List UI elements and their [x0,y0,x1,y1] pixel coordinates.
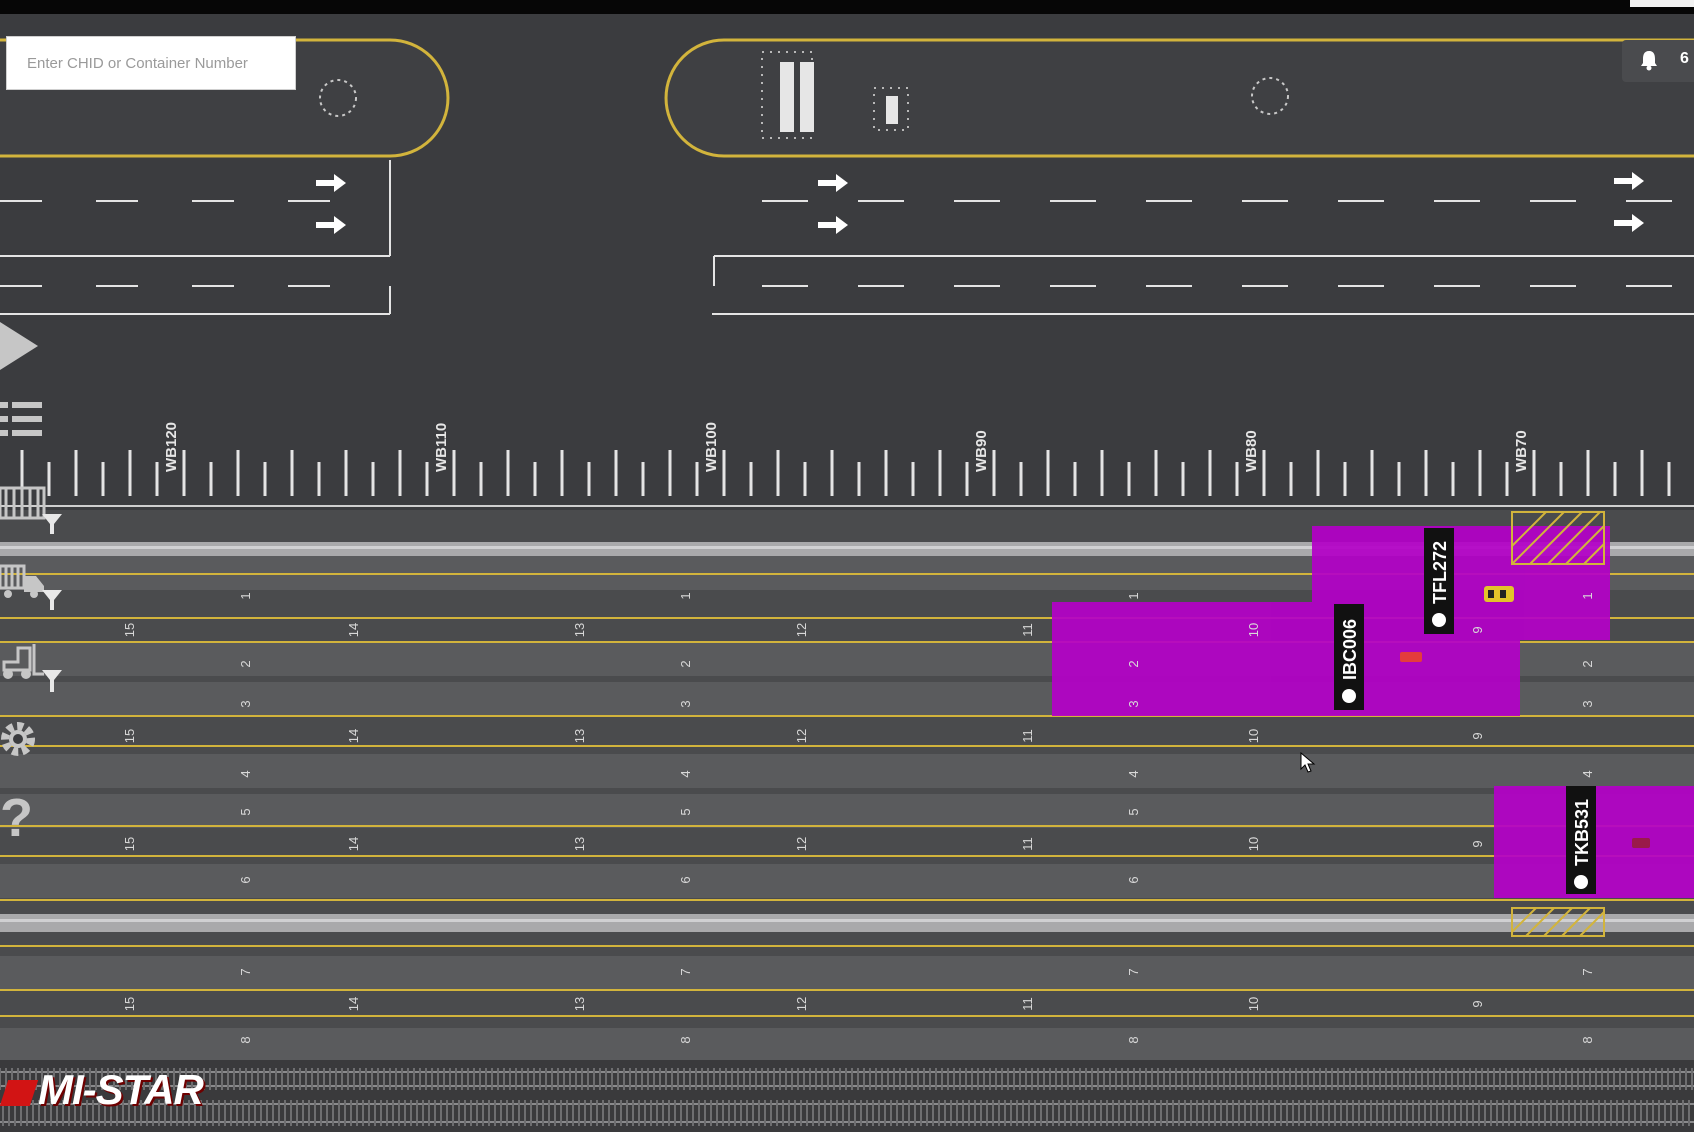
forklift-filter-icon[interactable] [0,640,66,696]
stack-number: 12 [794,837,809,851]
stack-number: 13 [572,729,587,743]
stack-number: 12 [794,729,809,743]
lane-number: 3 [678,700,693,707]
svg-text:WB110: WB110 [433,423,450,472]
svg-text:WB80: WB80 [1243,430,1260,472]
svg-text:WB120: WB120 [163,422,180,472]
list-icon[interactable] [0,398,46,444]
equipment-tag-TKB531[interactable]: TKB531 [1566,786,1596,894]
stack-number: 15 [122,729,137,743]
lane-number: 2 [1126,660,1141,667]
lane-number: 7 [678,968,693,975]
lane-number: 2 [678,660,693,667]
truck-filter-icon[interactable] [0,560,66,612]
search-input[interactable] [7,37,295,89]
lane-number: 7 [238,968,253,975]
lane-number: 1 [1126,592,1141,599]
svg-text:?: ? [0,790,33,846]
stack-number: 9 [1470,1000,1485,1007]
lane-number: 6 [678,876,693,883]
stack-number: 10 [1246,623,1261,637]
svg-text:IBC006: IBC006 [1340,619,1360,680]
lane-number: 8 [238,1036,253,1043]
lane-number: 3 [1580,700,1595,707]
help-icon[interactable]: ? [0,790,40,846]
lane-number: 2 [1580,660,1595,667]
svg-text:WB90: WB90 [973,430,990,472]
stack-number: 14 [346,997,361,1011]
stack-number: 13 [572,997,587,1011]
lane-number: 8 [1580,1036,1595,1043]
stack-number: 13 [572,623,587,637]
bell-icon [1641,51,1657,71]
lane-number: 5 [238,808,253,815]
gear-icon[interactable] [0,714,44,764]
lane-number: 3 [1126,700,1141,707]
lane-number: 5 [678,808,693,815]
ruler-label: WB80 [1239,414,1261,474]
stack-number: 14 [346,837,361,851]
play-icon[interactable] [0,318,44,374]
ruler-label: WB110 [429,414,451,474]
logo-mark [0,1079,39,1106]
stack-number: 11 [1020,997,1035,1011]
svg-text:TFL272: TFL272 [1430,541,1450,604]
lane-number: 2 [238,660,253,667]
stack-number: 13 [572,837,587,851]
lane-number: 5 [1126,808,1141,815]
ruler-label: WB120 [159,414,181,474]
lane-number: 4 [1580,770,1595,777]
ruler-label: WB70 [1509,414,1531,474]
equipment-tag-IBC006[interactable]: IBC006 [1334,604,1364,710]
stack-number: 10 [1246,837,1261,851]
crane-filter-icon[interactable] [0,484,66,536]
stack-number: 9 [1470,732,1485,739]
svg-text:WB100: WB100 [703,422,720,472]
logo-text: MI-STAR [38,1066,204,1113]
lane-number: 8 [678,1036,693,1043]
notification-widget[interactable]: 6 [1622,40,1694,82]
stack-number: 9 [1470,626,1485,633]
svg-text:TKB531: TKB531 [1572,799,1592,866]
stack-number: 14 [346,729,361,743]
stack-number: 9 [1470,840,1485,847]
stack-number: 10 [1246,729,1261,743]
lane-number: 1 [238,592,253,599]
ruler-label: WB90 [969,414,991,474]
lane-number: 6 [238,876,253,883]
lane-number: 4 [238,770,253,777]
road-island-right [664,38,1694,158]
stack-number: 15 [122,837,137,851]
yard-map[interactable]: WB120 WB110 WB100 WB90 WB80 WB70 123456781234… [0,0,1694,1132]
lane-number: 8 [1126,1036,1141,1043]
lane-number: 6 [1126,876,1141,883]
stack-number: 12 [794,997,809,1011]
search-field[interactable] [6,36,296,90]
stack-number: 15 [122,997,137,1011]
lane-number: 1 [678,592,693,599]
cursor-icon [1300,752,1316,773]
ruler-label: WB100 [699,414,721,474]
stack-number: 10 [1246,997,1261,1011]
lane-number: 4 [1126,770,1141,777]
brand-logo: MI-STAR [0,1066,204,1113]
stack-number: 11 [1020,623,1035,637]
lane-number: 4 [678,770,693,777]
stack-number: 14 [346,623,361,637]
lane-number: 7 [1580,968,1595,975]
equipment-tag-TFL272[interactable]: TFL272 [1424,528,1454,634]
stack-number: 11 [1020,729,1035,743]
svg-text:WB70: WB70 [1513,430,1530,472]
stack-number: 15 [122,623,137,637]
stack-number: 11 [1020,837,1035,851]
lane-number: 1 [1580,592,1595,599]
lane-number: 7 [1126,968,1141,975]
lane-number: 3 [238,700,253,707]
notification-count: 6 [1680,50,1689,67]
stack-number: 12 [794,623,809,637]
